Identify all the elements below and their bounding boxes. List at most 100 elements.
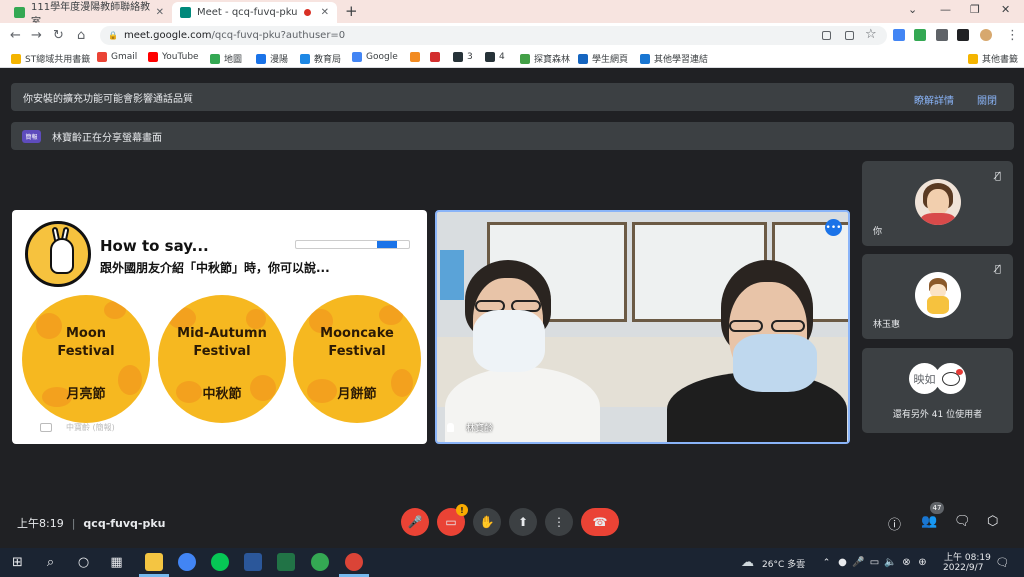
browser-tab-meet[interactable]: Meet - qcq-fuvq-pku ✕ — [172, 2, 337, 23]
chrome-active-window-icon[interactable] — [345, 553, 363, 571]
glasses — [729, 320, 763, 332]
tab-search-chevron-icon[interactable]: ⌄ — [908, 3, 917, 16]
side-panel-icon[interactable] — [957, 29, 969, 41]
bookmark-treasure-forest[interactable]: 探寶森林 — [520, 52, 570, 65]
bookmark-4[interactable]: 4 — [485, 52, 505, 62]
new-tab-button[interactable]: + — [345, 2, 358, 20]
hello-kitty-avatar-icon — [935, 363, 966, 394]
notification-center-icon[interactable]: 🗨 — [994, 554, 1011, 571]
bookmark-orange-icon — [410, 52, 420, 62]
clock-date[interactable]: 2022/9/7 — [943, 563, 983, 573]
people-icon[interactable]: 👥 — [921, 514, 937, 529]
camera-in-use-icon[interactable] — [822, 31, 831, 40]
camera-off-button[interactable]: ▭ ! — [437, 504, 468, 536]
vpn-tray-icon[interactable]: ⊗ — [898, 554, 915, 571]
chat-icon[interactable]: 🗨 — [954, 514, 971, 529]
camera-warning-badge: ! — [456, 504, 468, 516]
bookmark-youtube[interactable]: YouTube — [148, 52, 199, 62]
bookmark-student-pages[interactable]: 學生網頁 — [578, 52, 628, 65]
input-method-icon[interactable]: ⊕ — [914, 554, 931, 571]
mic-off-icon: 🎤 — [407, 515, 423, 529]
close-tab-icon[interactable]: ✕ — [321, 7, 329, 18]
profile-avatar[interactable] — [980, 29, 992, 41]
wall-poster — [440, 250, 464, 300]
slide-title: How to say... — [100, 237, 209, 255]
chrome-icon[interactable] — [178, 553, 196, 571]
bookmark-st[interactable]: ST總域共用書籤 — [11, 52, 90, 65]
file-explorer-icon[interactable] — [145, 553, 163, 571]
folder-icon — [968, 53, 978, 64]
rabbit-moon-logo-icon — [25, 221, 91, 287]
school-icon — [256, 53, 266, 64]
lock-icon: 🔒 — [108, 31, 118, 40]
browser-tab-classroom[interactable]: 111學年度漫陽教師聯絡教室 ✕ — [6, 2, 172, 28]
meeting-info: 上午8:19 | qcq-fuvq-pku — [17, 515, 166, 531]
home-button[interactable]: ⌂ — [77, 28, 85, 43]
share-icon[interactable] — [845, 31, 854, 40]
chrome-menu-icon[interactable]: ⋮ — [1006, 28, 1019, 43]
bookmark-maps[interactable]: 地圖 — [210, 52, 242, 65]
meeting-details-info-icon[interactable]: ⓘ — [888, 514, 901, 533]
moon-english-line2: Festival — [328, 344, 386, 359]
line-app-icon[interactable] — [211, 553, 229, 571]
microphone-off-button[interactable]: 🎤 — [401, 508, 429, 536]
other-bookmarks[interactable]: 其他書籤 — [968, 52, 1018, 65]
extension-meet-icon[interactable] — [914, 29, 926, 41]
url-path: /qcq-fuvq-pku?authuser=0 — [211, 30, 346, 41]
search-icon[interactable]: ⌕ — [42, 554, 59, 571]
bookmark-other-learning[interactable]: 其他學習連結 — [640, 52, 708, 65]
bookmark-star-icon[interactable]: ☆ — [865, 27, 877, 42]
bookmark-red[interactable] — [430, 52, 444, 62]
participant-tile-self[interactable]: 🎙̸ 你 — [862, 161, 1013, 246]
extension-grid-icon[interactable] — [893, 29, 905, 41]
extensions-puzzle-icon[interactable] — [936, 29, 948, 41]
participant-tile-lin-yuhui[interactable]: 🎙̸ 林玉惠 — [862, 254, 1013, 339]
bookmark-google[interactable]: Google — [352, 52, 398, 62]
present-now-button[interactable]: ⬆ — [509, 508, 537, 536]
learn-more-link[interactable]: 瞭解詳情 — [914, 92, 954, 107]
participant-count-badge: 47 — [930, 502, 944, 514]
word-icon[interactable] — [244, 553, 262, 571]
dismiss-banner-button[interactable]: 關閉 — [977, 92, 997, 107]
muted-mic-icon: 🎙̸ — [994, 171, 1001, 182]
bookmark-education-bureau[interactable]: 教育局 — [300, 52, 341, 65]
main-video-tile[interactable]: ••• 林寶齡 — [435, 210, 850, 444]
reload-button[interactable]: ↻ — [53, 28, 64, 43]
meeting-time: 上午8:19 — [17, 517, 64, 530]
weather-text[interactable]: 26°C 多雲 — [762, 557, 805, 570]
activities-icon[interactable]: ⬡ — [987, 514, 998, 529]
tile-more-options-icon[interactable]: ••• — [825, 219, 842, 236]
windows-start-icon[interactable]: ⊞ — [9, 554, 26, 571]
person-tray-icon[interactable]: ● — [834, 554, 851, 571]
network-icon[interactable]: ▭ — [866, 554, 883, 571]
close-tab-icon[interactable]: ✕ — [156, 7, 164, 18]
meeting-code[interactable]: qcq-fuvq-pku — [83, 517, 165, 530]
bookmark-gmail[interactable]: Gmail — [97, 52, 137, 62]
mic-tray-icon[interactable]: 🎤 — [850, 554, 867, 571]
shared-screen-slide[interactable]: How to say... 跟外國朋友介紹「中秋節」時，你可以說... Moon… — [12, 210, 427, 444]
forward-button[interactable]: → — [31, 28, 42, 43]
other-participants-count: 還有另外 41 位使用者 — [892, 410, 983, 420]
excel-icon[interactable] — [277, 553, 295, 571]
task-view-icon[interactable]: ▦ — [108, 554, 125, 571]
cortana-icon[interactable]: ○ — [75, 554, 92, 571]
other-participants-tile[interactable]: 映如 還有另外 41 位使用者 — [862, 348, 1013, 433]
hand-icon: ✋ — [479, 515, 495, 529]
back-button[interactable]: ← — [10, 28, 21, 43]
bookmark-school[interactable]: 漫陽 — [256, 52, 288, 65]
leave-call-button[interactable]: ☎ — [581, 508, 619, 536]
maximize-button[interactable]: ❐ — [970, 3, 980, 16]
close-window-button[interactable]: ✕ — [1001, 3, 1010, 16]
volume-icon[interactable]: 🔈 — [882, 554, 899, 571]
bookmark-3[interactable]: 3 — [453, 52, 473, 62]
mid-autumn-festival-moon: Mid-Autumn Festival 中秋節 — [158, 295, 286, 423]
bookmark-orange[interactable] — [410, 52, 424, 62]
browser-toolbar: ← → ↻ ⌂ 🔒 meet.google.com /qcq-fuvq-pku?… — [0, 23, 1024, 48]
minimize-button[interactable]: — — [940, 3, 951, 16]
address-bar[interactable]: 🔒 meet.google.com /qcq-fuvq-pku?authuser… — [100, 26, 887, 45]
tray-chevron-icon[interactable]: ⌃ — [818, 554, 835, 571]
chrome-profile-icon[interactable] — [311, 553, 329, 571]
raise-hand-button[interactable]: ✋ — [473, 508, 501, 536]
clock-time[interactable]: 上午 08:19 — [944, 550, 991, 563]
more-options-button[interactable]: ⋮ — [545, 508, 573, 536]
